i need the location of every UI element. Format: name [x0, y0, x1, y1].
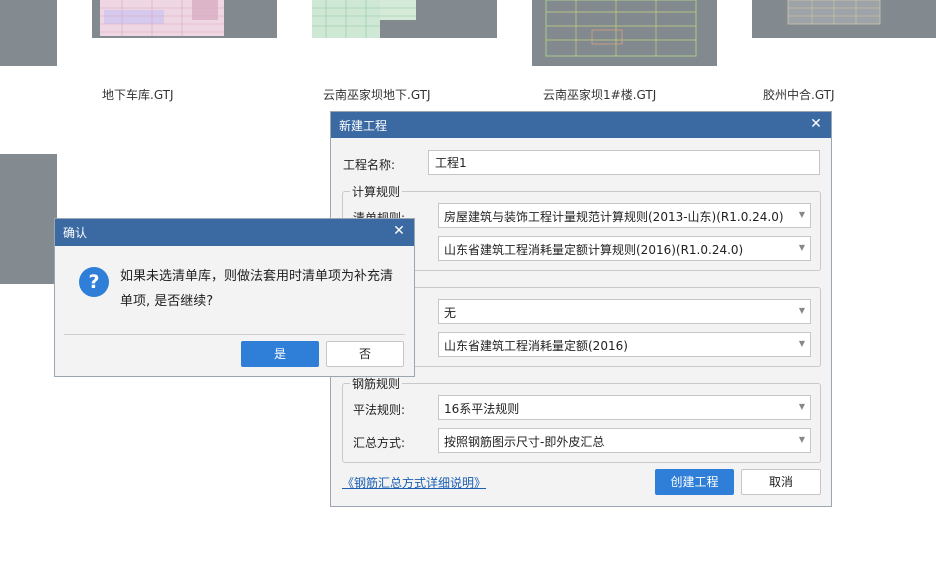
chevron-down-icon: ▼ — [798, 339, 805, 348]
file-name-label: 云南巫家坝1#楼.GTJ — [543, 88, 657, 102]
project-name-label: 工程名称: — [343, 158, 396, 172]
new-project-title-bar[interactable]: 新建工程 ✕ — [331, 112, 831, 138]
cancel-button[interactable]: 取消 — [741, 469, 821, 495]
flat-rule-value: 16系平法规则 — [444, 402, 520, 416]
flat-rule-select[interactable]: 16系平法规则 ▼ — [438, 395, 811, 420]
no-button[interactable]: 否 — [326, 341, 404, 367]
rebar-summary-help-link[interactable]: 《钢筋汇总方式详细说明》 — [342, 474, 486, 491]
summary-method-label: 汇总方式: — [353, 436, 406, 450]
file-thumbnail-yunnan-basement[interactable] — [312, 0, 497, 38]
file-name-label: 胶州中合.GTJ — [763, 88, 835, 102]
rebar-rules-legend: 钢筋规则 — [350, 375, 403, 392]
close-icon[interactable]: ✕ — [807, 115, 825, 133]
summary-method-select[interactable]: 按照钢筋图示尺寸-即外皮汇总 ▼ — [438, 428, 811, 453]
list-library-value: 无 — [444, 306, 457, 320]
quota-library-value: 山东省建筑工程消耗量定额(2016) — [444, 339, 628, 353]
confirm-title-bar[interactable]: 确认 ✕ — [55, 219, 414, 246]
quota-rule-value: 山东省建筑工程消耗量定额计算规则(2016)(R1.0.24.0) — [444, 243, 744, 257]
quota-rule-select[interactable]: 山东省建筑工程消耗量定额计算规则(2016)(R1.0.24.0) ▼ — [438, 236, 811, 261]
quota-library-select[interactable]: 山东省建筑工程消耗量定额(2016) ▼ — [438, 332, 811, 357]
confirm-message: 如果未选清单库，则做法套用时清单项为补充清单项, 是否继续? — [120, 269, 394, 309]
file-name-label: 地下车库.GTJ — [102, 88, 174, 102]
calc-rules-legend: 计算规则 — [350, 183, 403, 200]
question-icon: ? — [79, 267, 109, 297]
new-project-dialog-title: 新建工程 — [339, 119, 388, 133]
file-thumbnail-underground-garage[interactable] — [92, 0, 277, 38]
rebar-rules-group: 钢筋规则 平法规则: 16系平法规则 ▼ 汇总方式: 按照钢筋图示尺寸-即外皮汇… — [342, 375, 821, 463]
divider — [64, 334, 405, 335]
close-icon[interactable]: ✕ — [390, 222, 408, 240]
list-rule-select[interactable]: 房屋建筑与装饰工程计量规范计算规则(2013-山东)(R1.0.24.0) ▼ — [438, 203, 811, 228]
summary-method-value: 按照钢筋图示尺寸-即外皮汇总 — [444, 435, 605, 449]
file-thumbnail-yunnan-building-1[interactable] — [532, 0, 717, 66]
create-project-button[interactable]: 创建工程 — [655, 469, 734, 495]
list-rule-value: 房屋建筑与装饰工程计量规范计算规则(2013-山东)(R1.0.24.0) — [444, 210, 784, 224]
yes-button[interactable]: 是 — [241, 341, 319, 367]
chevron-down-icon: ▼ — [798, 402, 805, 411]
chevron-down-icon: ▼ — [798, 435, 805, 444]
chevron-down-icon: ▼ — [798, 243, 805, 252]
confirm-dialog: 确认 ✕ ? 如果未选清单库，则做法套用时清单项为补充清单项, 是否继续? 是 … — [54, 218, 415, 377]
file-thumbnail-jiaozhou[interactable] — [752, 0, 936, 38]
list-library-select[interactable]: 无 ▼ — [438, 299, 811, 324]
flat-rule-label: 平法规则: — [353, 403, 406, 417]
file-thumbnail-partial-left-2[interactable] — [0, 154, 57, 284]
file-name-label: 云南巫家坝地下.GTJ — [323, 88, 431, 102]
chevron-down-icon: ▼ — [798, 210, 805, 219]
chevron-down-icon: ▼ — [798, 306, 805, 315]
confirm-dialog-title: 确认 — [63, 226, 88, 240]
file-thumbnail-partial-left[interactable] — [0, 0, 57, 66]
project-name-input[interactable]: 工程1 — [428, 150, 820, 175]
